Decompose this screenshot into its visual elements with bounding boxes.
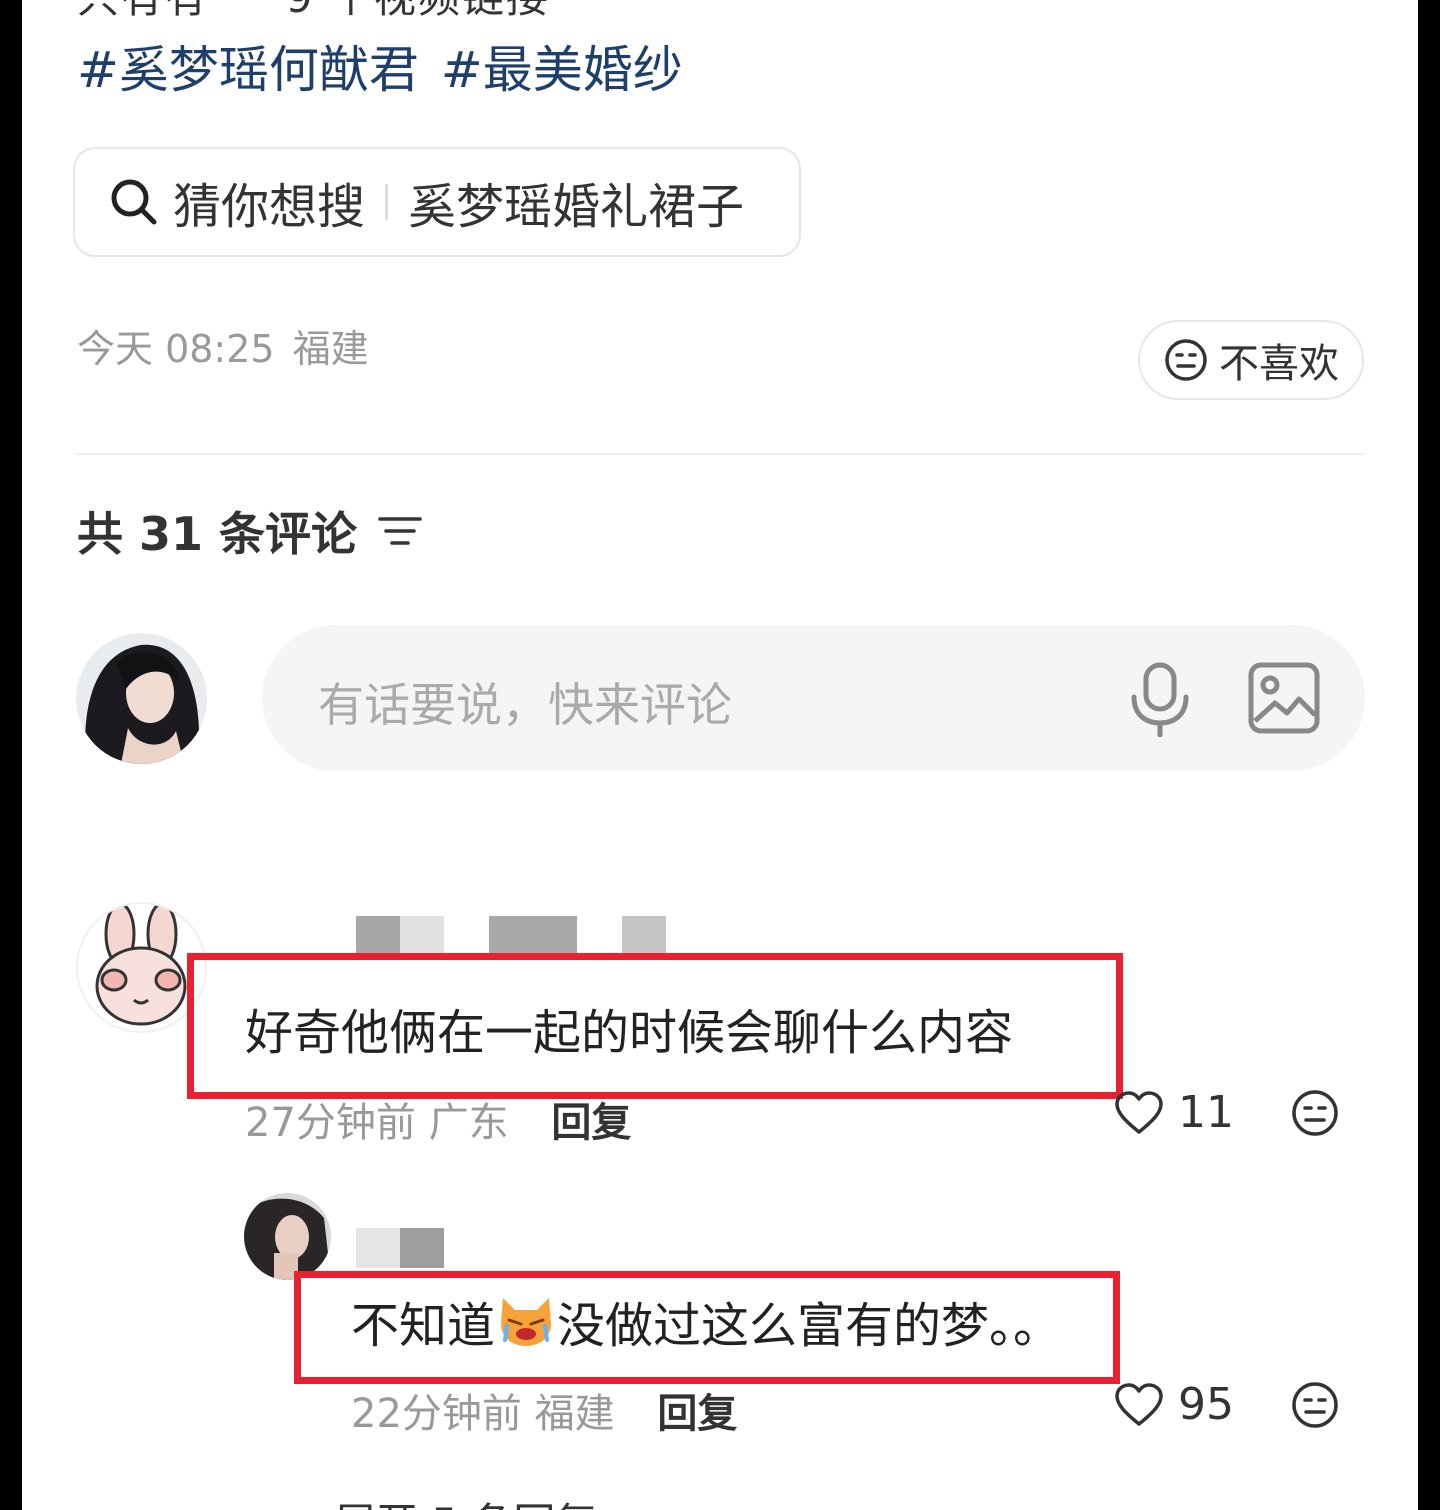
hashtag-link[interactable]: #奚梦瑶何猷君 xyxy=(77,41,419,99)
username-redacted xyxy=(356,916,676,956)
search-suggestion-chip[interactable]: 猜你想搜 奚梦瑶婚礼裙子 xyxy=(73,147,801,257)
comments-header: 共 31 条评论 xyxy=(77,498,423,564)
reply-button[interactable]: 回复 xyxy=(551,1100,631,1146)
comment-text: 好奇他俩在一起的时候会聊什么内容 xyxy=(245,1005,1014,1061)
post-detail-page: 只有有 ··· 9 个视频链接 #奚梦瑶何猷君 #最美婚纱 猜你想搜 奚梦瑶婚礼裙… xyxy=(22,0,1418,1510)
like-count: 11 xyxy=(1178,1087,1234,1138)
reply-text: 不知道 没做过这么富有的梦。。 xyxy=(351,1286,1061,1356)
sort-icon[interactable] xyxy=(377,511,423,551)
post-meta: 今天 08:25 福建 xyxy=(77,318,387,373)
username-redacted xyxy=(356,1228,446,1268)
neutral-face-icon[interactable] xyxy=(1290,1088,1340,1138)
expand-replies-link[interactable]: 展开 5 条回复 xyxy=(334,1490,597,1510)
neutral-face-icon xyxy=(1165,339,1207,381)
comment-time: 27分钟前 xyxy=(245,1100,416,1146)
image-icon[interactable] xyxy=(1247,661,1321,735)
heart-icon xyxy=(1115,1090,1163,1134)
crying-cat-emoji-icon xyxy=(501,1298,552,1346)
replier-avatar[interactable] xyxy=(244,1193,331,1280)
reply-button[interactable]: 回复 xyxy=(657,1391,737,1437)
reply-time: 22分钟前 xyxy=(351,1391,522,1437)
comment-input-placeholder: 有话要说，快来评论 xyxy=(318,678,732,732)
hashtag-link[interactable]: #最美婚纱 xyxy=(441,41,683,99)
suggestion-prefix: 猜你想搜 xyxy=(173,179,366,235)
microphone-icon[interactable] xyxy=(1128,661,1192,737)
comment-input[interactable]: 有话要说，快来评论 xyxy=(262,625,1365,771)
reply-text-start: 不知道 xyxy=(351,1298,496,1354)
reply-location: 福建 xyxy=(534,1391,615,1437)
heart-icon xyxy=(1115,1382,1163,1426)
like-count: 95 xyxy=(1178,1379,1234,1430)
suggestion-query: 奚梦瑶婚礼裙子 xyxy=(408,179,745,235)
neutral-face-icon[interactable] xyxy=(1290,1380,1340,1430)
like-button[interactable]: 95 xyxy=(1114,1379,1234,1430)
comment-meta: 27分钟前 广东 回复 xyxy=(245,1090,631,1148)
hashtag-row: #奚梦瑶何猷君 #最美婚纱 xyxy=(77,30,705,102)
comment-location: 广东 xyxy=(428,1100,509,1146)
section-divider xyxy=(75,453,1365,455)
search-icon xyxy=(111,179,157,225)
dislike-button[interactable]: 不喜欢 xyxy=(1138,320,1364,400)
divider xyxy=(385,184,389,220)
post-location: 福建 xyxy=(292,327,369,371)
post-body-text: 只有有 ··· 9 个视频链接 xyxy=(77,0,550,25)
comments-count: 共 31 条评论 xyxy=(77,507,358,561)
my-avatar[interactable] xyxy=(76,633,207,764)
like-button[interactable]: 11 xyxy=(1114,1087,1234,1138)
reply-text-end: 没做过这么富有的梦。。 xyxy=(557,1298,1062,1354)
dislike-label: 不喜欢 xyxy=(1219,341,1339,387)
reply-meta: 22分钟前 福建 回复 xyxy=(351,1381,737,1439)
post-time: 今天 08:25 xyxy=(77,327,275,371)
